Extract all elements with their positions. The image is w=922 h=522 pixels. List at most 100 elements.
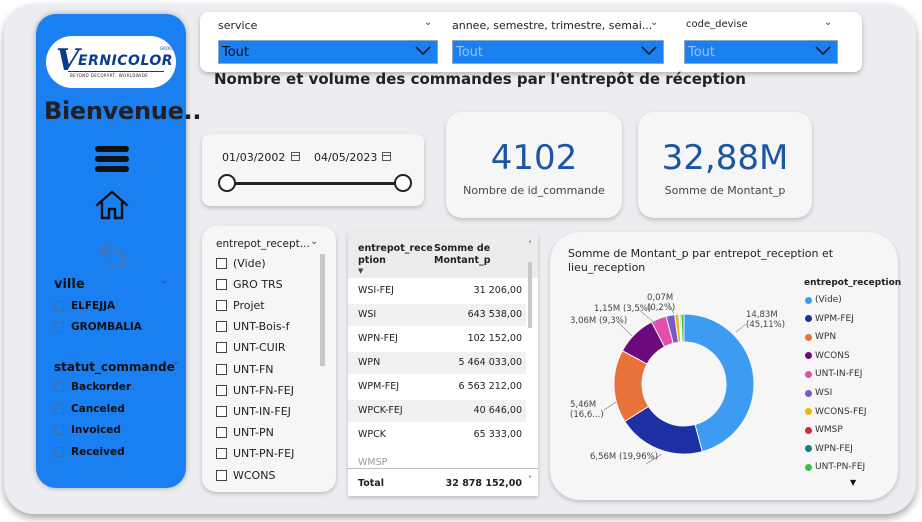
column-header-entrepot[interactable]: entrepot_rece ption (358, 243, 433, 267)
checkbox[interactable] (54, 425, 64, 435)
table-row[interactable]: WSI 643 538,00 (348, 304, 526, 326)
checkbox[interactable] (54, 447, 64, 457)
entrepot-option[interactable]: UNT-FN (216, 362, 274, 376)
legend-item[interactable]: WPN-FEJ (805, 443, 853, 455)
date-slider-track[interactable] (226, 182, 402, 185)
period-dropdown[interactable]: Tout (452, 40, 664, 64)
chevron-down-icon[interactable]: ⌄ (172, 357, 180, 367)
checkbox[interactable] (216, 427, 227, 439)
entrepot-option[interactable]: GRO TRS (216, 277, 283, 291)
legend-swatch (805, 463, 812, 471)
legend-swatch (805, 445, 812, 453)
back-arrow-icon[interactable] (98, 240, 128, 272)
entrepot-option[interactable]: UNT-PN (216, 426, 274, 440)
entrepot-option[interactable]: UNT-PN-FEJ (216, 447, 294, 461)
data-label-wpn: 5,46M (16,6...) (570, 400, 604, 420)
scroll-down-icon[interactable]: ˅ (528, 475, 532, 484)
checkbox[interactable] (216, 405, 227, 417)
legend-swatch (805, 370, 812, 378)
legend-scroll-down-icon[interactable]: ▼ (850, 478, 856, 487)
currency-filter-label: code_devise (686, 19, 748, 30)
entrepot-option[interactable]: UNT-IN-FEJ (216, 404, 291, 418)
checkbox[interactable] (216, 363, 227, 375)
end-date-input[interactable]: 04/05/2023 (314, 151, 377, 164)
checkbox[interactable] (216, 299, 227, 311)
kpi-value: 32,88M (661, 138, 789, 178)
service-filter-label: service (218, 19, 258, 32)
entrepot-option[interactable]: UNT-Bois-f (216, 320, 289, 334)
entrepot-option[interactable]: UNT-FN-FEJ (216, 383, 294, 397)
chevron-down-icon[interactable]: ⌄ (650, 17, 658, 28)
leader-line (735, 323, 747, 333)
ville-option-grombalia[interactable]: GROMBALIA (54, 320, 142, 334)
hamburger-menu-icon[interactable] (95, 146, 129, 172)
table-header: entrepot_rece ption ▼ Somme de Montant_p ˄ (348, 232, 538, 278)
checkbox[interactable] (216, 448, 227, 460)
statut-option-backorder[interactable]: Backorder (54, 380, 131, 394)
logo-group: GROUP (160, 46, 175, 51)
entrepot-option[interactable]: WCONS (216, 468, 275, 482)
entrepot-option[interactable]: (Vide) (216, 256, 266, 270)
period-filter-label: annee, semestre, trimestre, semai... (452, 19, 653, 32)
table-row[interactable]: WPCK 65 333,00 (348, 424, 526, 446)
chevron-down-icon[interactable]: ⌄ (160, 276, 168, 286)
scroll-up-icon[interactable]: ˄ (528, 240, 532, 249)
checkbox[interactable] (216, 257, 227, 269)
table-row[interactable]: WPN-FEJ 102 152,00 (348, 328, 526, 350)
calendar-icon[interactable] (382, 152, 391, 161)
entrepot-slicer-title: entrepot_recept... (216, 238, 310, 250)
checkbox[interactable] (54, 322, 64, 332)
currency-dropdown[interactable]: Tout (684, 40, 838, 64)
table-row[interactable]: WPN 5 464 033,00 (348, 352, 526, 374)
entrepot-option[interactable]: Projet (216, 298, 265, 312)
checkbox[interactable] (216, 278, 227, 290)
scrollbar[interactable] (320, 254, 325, 366)
date-slider-start-handle[interactable] (218, 174, 236, 192)
statut-option-invoiced[interactable]: Invoiced (54, 423, 121, 437)
start-date-input[interactable]: 01/03/2002 (222, 151, 285, 164)
sort-down-icon[interactable]: ▼ (358, 267, 363, 275)
checkbox[interactable] (216, 342, 227, 354)
checkbox[interactable] (216, 384, 227, 396)
ville-option-elfejja[interactable]: ELFEJJA (54, 299, 115, 313)
chevron-down-icon (815, 46, 831, 56)
entrepot-option[interactable]: UNT-CUIR (216, 341, 286, 355)
statut-option-received[interactable]: Received (54, 445, 125, 459)
legend-item[interactable]: WCONS (805, 350, 850, 362)
legend-item[interactable]: UNT-IN-FEJ (805, 368, 862, 380)
table-row[interactable]: WSI-FEJ 31 206,00 (348, 280, 526, 302)
date-slider-end-handle[interactable] (394, 174, 412, 192)
checkbox[interactable] (216, 321, 227, 333)
checkbox[interactable] (54, 404, 64, 414)
column-header-montant[interactable]: Somme de Montant_p (434, 243, 491, 267)
scrollbar[interactable] (528, 262, 532, 328)
table-row[interactable]: WPCK-FEJ 40 646,00 (348, 400, 526, 422)
sidebar: V ERNICOLOR GROUP BEYOND DECOPART, WORLD… (36, 14, 202, 488)
legend-item[interactable]: UNT-PN-FEJ (805, 461, 865, 473)
kpi-label: Nombre de id_commande (463, 184, 605, 197)
table-row[interactable]: WPM-FEJ 6 563 212,00 (348, 376, 526, 398)
chevron-down-icon[interactable]: ⌄ (310, 236, 318, 247)
table-total-row: Total 32 878 152,00 ˅ (348, 468, 538, 496)
kpi-card-amount: 32,88M Somme de Montant_p (638, 112, 812, 218)
chevron-down-icon[interactable]: ⌄ (824, 17, 832, 28)
statut-option-canceled[interactable]: Canceled (54, 402, 125, 416)
checkbox[interactable] (54, 382, 64, 392)
home-icon[interactable] (94, 189, 130, 225)
legend-item[interactable]: WMSP (805, 424, 843, 436)
legend-item[interactable]: (Vide) (805, 294, 842, 306)
checkbox[interactable] (216, 469, 227, 481)
report-canvas: V ERNICOLOR GROUP BEYOND DECOPART, WORLD… (4, 4, 916, 514)
legend-item[interactable]: WSI (805, 387, 832, 399)
chevron-down-icon[interactable]: ⌄ (424, 17, 432, 28)
calendar-icon[interactable] (291, 152, 300, 161)
legend-item[interactable]: WPN (805, 331, 836, 343)
service-dropdown[interactable]: Tout (218, 40, 438, 64)
checkbox[interactable] (54, 301, 64, 311)
data-label-wpm-fej: 6,56M (19,96%) (590, 452, 659, 462)
legend-item[interactable]: WPM-FEJ (805, 313, 854, 325)
legend-item[interactable]: WCONS-FEJ (805, 406, 866, 418)
legend-swatch (805, 333, 812, 341)
data-label-vide: 14,83M (45,11%) (746, 310, 786, 330)
entrepot-slicer: entrepot_recept... ⌄ (Vide) GRO TRS Projet… (202, 226, 336, 492)
